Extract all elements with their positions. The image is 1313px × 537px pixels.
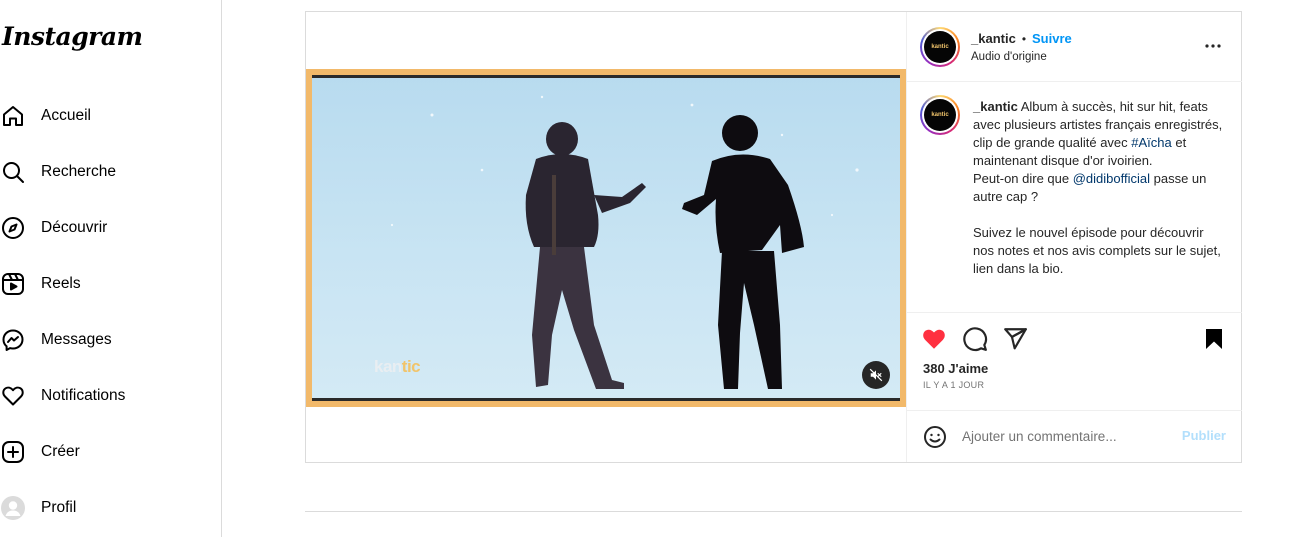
- sidebar: Instagram Accueil Recherche Découvrir Re…: [0, 0, 222, 537]
- dot-separator: •: [1021, 31, 1027, 46]
- save-button[interactable]: [1202, 326, 1228, 352]
- sidebar-item-label: Notifications: [41, 387, 126, 404]
- post-media: kantic: [306, 12, 906, 462]
- post-header: kantic _kantic • Suivre Audio d'origine: [907, 12, 1242, 82]
- feed-divider: [305, 511, 1242, 512]
- sidebar-item-label: Recherche: [41, 163, 116, 180]
- hashtag-link[interactable]: #Aïcha: [1131, 135, 1171, 150]
- sidebar-item-messages[interactable]: Messages: [0, 320, 220, 360]
- sidebar-item-label: Découvrir: [41, 219, 108, 236]
- share-button[interactable]: [1002, 326, 1028, 352]
- sidebar-item-label: Créer: [41, 443, 80, 460]
- more-options-button[interactable]: [1204, 36, 1222, 54]
- post-video[interactable]: kantic: [306, 69, 906, 407]
- more-dots-icon: [1205, 44, 1221, 48]
- sidebar-item-profil[interactable]: Profil: [0, 488, 220, 528]
- comment-button[interactable]: [962, 326, 988, 352]
- profile-avatar: [0, 495, 26, 521]
- audio-label[interactable]: Audio d'origine: [971, 51, 1047, 63]
- publish-button[interactable]: Publier: [1182, 428, 1226, 443]
- sidebar-item-creer[interactable]: Créer: [0, 432, 220, 472]
- post-card: kantic kantic _kantic • Suivre Audio d'o…: [305, 11, 1242, 463]
- post-timestamp[interactable]: IL Y A 1 JOUR: [923, 380, 984, 390]
- sidebar-item-label: Reels: [41, 275, 81, 292]
- mute-button[interactable]: [862, 361, 890, 389]
- sidebar-item-label: Accueil: [41, 107, 91, 124]
- comment-icon: [963, 327, 988, 352]
- likes-count[interactable]: 380 J'aime: [923, 361, 988, 376]
- mention-link[interactable]: @didibofficial: [1073, 171, 1150, 186]
- instagram-logo[interactable]: Instagram: [2, 22, 143, 51]
- messenger-icon: [0, 327, 26, 353]
- sidebar-item-label: Profil: [41, 499, 77, 516]
- post-caption: _kantic Album à succès, hit sur hit, fea…: [973, 98, 1225, 278]
- sidebar-item-notifications[interactable]: Notifications: [0, 376, 220, 416]
- bookmark-filled-icon: [1206, 329, 1222, 349]
- home-icon: [0, 103, 26, 129]
- plus-square-icon: [0, 439, 26, 465]
- author-username[interactable]: _kantic: [971, 31, 1016, 46]
- video-silhouettes: [390, 95, 859, 389]
- sidebar-item-accueil[interactable]: Accueil: [0, 96, 220, 136]
- caption-avatar[interactable]: kantic: [920, 95, 960, 135]
- caption-username[interactable]: _kantic: [973, 99, 1018, 114]
- author-avatar[interactable]: kantic: [920, 27, 960, 67]
- heart-filled-icon: [923, 329, 945, 349]
- sidebar-item-decouvrir[interactable]: Découvrir: [0, 208, 220, 248]
- sidebar-item-label: Messages: [41, 331, 112, 348]
- comment-bar: Publier: [907, 410, 1242, 462]
- emoji-icon: [924, 426, 946, 448]
- video-frame: kantic: [312, 75, 900, 401]
- comment-input[interactable]: [962, 425, 1172, 447]
- caption-cta: Suivez le nouvel épisode pour découvrir …: [973, 225, 1221, 276]
- heart-icon: [0, 383, 26, 409]
- speaker-muted-icon: [869, 368, 883, 382]
- sidebar-item-reels[interactable]: Reels: [0, 264, 220, 304]
- video-letterbox-top: [312, 75, 900, 78]
- paper-plane-icon: [1004, 328, 1027, 350]
- compass-icon: [0, 215, 26, 241]
- emoji-button[interactable]: [923, 425, 947, 449]
- sidebar-item-recherche[interactable]: Recherche: [0, 152, 220, 192]
- follow-button[interactable]: Suivre: [1032, 31, 1072, 46]
- video-letterbox-bottom: [312, 398, 900, 401]
- post-side-panel: kantic _kantic • Suivre Audio d'origine …: [906, 12, 1242, 462]
- video-watermark: kantic: [374, 357, 421, 376]
- like-button[interactable]: [921, 326, 947, 352]
- search-icon: [0, 159, 26, 185]
- reels-icon: [0, 271, 26, 297]
- post-actions: 380 J'aime IL Y A 1 JOUR: [907, 312, 1242, 410]
